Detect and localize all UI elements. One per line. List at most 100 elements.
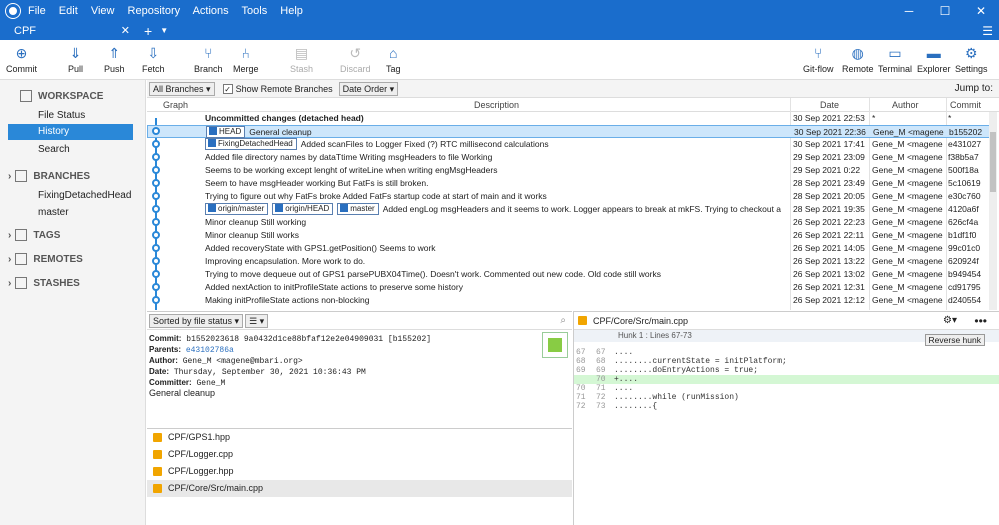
menu-edit[interactable]: Edit [59, 5, 78, 17]
table-row[interactable]: Added recoveryState with GPS1.getPositio… [147, 242, 992, 255]
menu-repository[interactable]: Repository [128, 5, 181, 17]
close-icon[interactable]: ✕ [963, 0, 999, 22]
row-author: * [872, 113, 876, 123]
table-row[interactable]: Added file directory names by dataTtime … [147, 151, 992, 164]
sidebar-section-remotes[interactable]: › REMOTES [8, 253, 83, 265]
search-icon[interactable]: ⌕ [560, 315, 566, 326]
row-commit: 500f18a [948, 165, 979, 175]
table-row[interactable]: Minor cleanup Still works 26 Sep 2021 22:… [147, 229, 992, 242]
sidebar-section-tags[interactable]: › TAGS [8, 229, 60, 241]
sort-dropdown[interactable]: Sorted by file status ▾ [149, 313, 244, 328]
branch-badge: FixingDetachedHead [205, 138, 297, 150]
parents-label: Parents: [149, 345, 182, 354]
col-graph[interactable]: Graph [163, 100, 188, 110]
settings-button[interactable]: ⚙ Settings [955, 45, 988, 74]
table-row[interactable]: Trying to figure out why FatFs broke Add… [147, 190, 992, 203]
sidebar-item-history[interactable]: History [8, 124, 133, 140]
diff-line: 71 72 ........while (runMission) [574, 393, 999, 402]
commit-hash[interactable]: b1552023618 9a0432d1ce88bfaf12e2e0490903… [186, 335, 431, 344]
gear-icon[interactable]: ⚙▾ [943, 315, 957, 326]
list-item[interactable]: CPF/GPS1.hpp [147, 429, 572, 446]
discard-button[interactable]: ↺ Discard [340, 45, 371, 74]
row-commit: d240554 [948, 295, 982, 305]
stash-button[interactable]: ▤ Stash [290, 45, 313, 74]
sidebar-section-workspace[interactable]: WORKSPACE [20, 90, 103, 102]
col-author[interactable]: Author [892, 100, 919, 110]
scrollbar-thumb[interactable] [990, 132, 996, 192]
terminal-button[interactable]: ▭ Terminal [878, 45, 912, 74]
push-button[interactable]: ⇑ Push [104, 45, 125, 74]
menu-help[interactable]: Help [280, 5, 303, 17]
table-row[interactable]: Added nextAction to initProfileState act… [147, 281, 992, 294]
menu-file[interactable]: File [28, 5, 46, 17]
row-commit: cd91795 [948, 282, 981, 292]
commit-button[interactable]: ⊕ Commit [6, 45, 37, 74]
row-commit: 99c01c0 [948, 243, 981, 253]
maximize-icon[interactable]: ☐ [927, 0, 963, 22]
table-row[interactable]: HEAD General cleanup 30 Sep 2021 22:36 Gene… [147, 125, 992, 138]
commit-metadata: Commit: b1552023618 9a0432d1ce88bfaf12e2… [149, 334, 539, 389]
table-row[interactable]: Seem to have msgHeader working But FatFs… [147, 177, 992, 190]
remote-button[interactable]: ◍ Remote [842, 45, 874, 74]
modified-file-icon [153, 484, 162, 493]
minimize-icon[interactable]: ─ [891, 0, 927, 22]
branch-button[interactable]: ⑂ Branch [194, 45, 223, 74]
table-row[interactable]: Minor cleanup Still working 26 Sep 2021 2… [147, 216, 992, 229]
branch-icon [340, 204, 349, 212]
col-commit[interactable]: Commit [950, 100, 981, 110]
table-row[interactable]: Uncommitted changes (detached head) 30 Se… [147, 112, 992, 125]
gitflow-button[interactable]: ⑂ Git-flow [803, 45, 834, 74]
order-dropdown[interactable]: Date Order ▾ [338, 81, 399, 96]
new-tab-icon[interactable]: + [144, 22, 152, 40]
menu-view[interactable]: View [91, 5, 115, 17]
list-item[interactable]: CPF/Logger.hpp [147, 463, 572, 480]
tab-close-icon[interactable]: ✕ [121, 22, 130, 40]
sidebar-item-branch[interactable]: master [8, 205, 133, 221]
menu-tools[interactable]: Tools [242, 5, 268, 17]
parent-hash-link[interactable]: e43102786a [186, 346, 234, 355]
table-row[interactable]: origin/master origin/HEAD master Added engL… [147, 203, 992, 216]
list-item[interactable]: CPF/Core/Src/main.cpp [147, 480, 572, 497]
menu-actions[interactable]: Actions [193, 5, 229, 17]
sidebar-item-file-status[interactable]: File Status [8, 108, 133, 124]
sidebar-section-branches[interactable]: › BRANCHES [8, 170, 90, 182]
stash-label: Stash [290, 64, 314, 74]
file-sort-bar: Sorted by file status ▾ ☰ ▾ ⌕ [147, 312, 572, 330]
vertical-scrollbar[interactable] [989, 112, 997, 310]
reverse-hunk-button[interactable]: Reverse hunk [924, 334, 985, 346]
branch-label: Branch [194, 64, 223, 74]
branches-dropdown[interactable]: All Branches ▾ [149, 81, 215, 96]
fetch-button[interactable]: ⇩ Fetch [142, 45, 165, 74]
table-row[interactable]: Seems to be working except lenght of wri… [147, 164, 992, 177]
pull-button[interactable]: ⇓ Pull [68, 45, 83, 74]
tag-button[interactable]: ⌂ Tag [386, 45, 401, 74]
remotes-label: REMOTES [33, 253, 83, 265]
table-row[interactable]: Improving encapsulation. More work to do… [147, 255, 992, 268]
table-row[interactable]: FixingDetachedHead Added scanFiles to Log… [147, 138, 992, 151]
col-date[interactable]: Date [820, 100, 839, 110]
col-description[interactable]: Description [474, 100, 519, 110]
row-description: Seem to have msgHeader working But FatFs… [205, 178, 429, 188]
explorer-button[interactable]: ▬ Explorer [917, 45, 951, 74]
sidebar-item-search[interactable]: Search [8, 142, 133, 158]
merge-button[interactable]: ⑃ Merge [233, 45, 259, 74]
list-item[interactable]: CPF/Logger.cpp [147, 446, 572, 463]
branch-icon [208, 139, 216, 147]
more-options-icon[interactable]: ••• [974, 314, 987, 328]
hamburger-menu-icon[interactable]: ☰ [982, 24, 993, 38]
view-mode-dropdown[interactable]: ☰ ▾ [245, 313, 269, 328]
sidebar-section-stashes[interactable]: › STASHES [8, 277, 80, 289]
tab-cpf[interactable]: CPF ✕ [0, 22, 136, 40]
table-row[interactable]: Making initProfileState actions non-bloc… [147, 294, 992, 307]
commit-dot [152, 244, 160, 252]
row-commit: * [948, 113, 952, 123]
row-commit: b949454 [948, 269, 982, 279]
diff-line: 72 73 ........{ [574, 402, 999, 411]
table-row[interactable]: Trying to move dequeue out of GPS1 parse… [147, 268, 992, 281]
show-remote-checkbox[interactable]: ✓ [222, 83, 233, 94]
branch-badge-label: FixingDetachedHead [218, 139, 293, 148]
jump-to-label[interactable]: Jump to: [955, 83, 993, 94]
sidebar-item-branch[interactable]: FixingDetachedHead [8, 188, 133, 204]
changed-files-list: CPF/GPS1.hpp CPF/Logger.cpp CPF/Logger.h… [147, 428, 572, 497]
tab-dropdown-icon[interactable]: ▼ [160, 22, 168, 40]
